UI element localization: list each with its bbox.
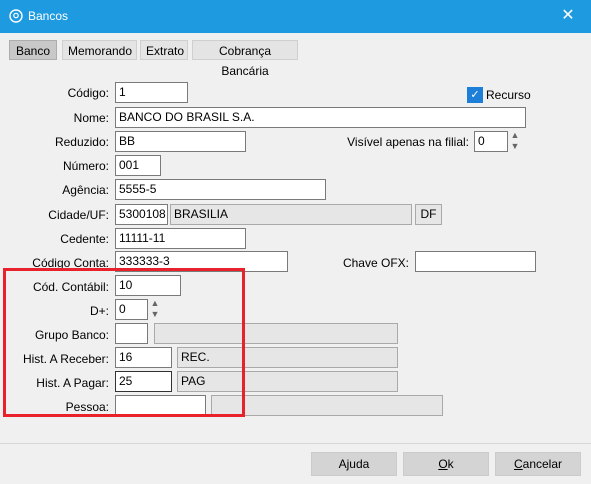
codigo-label: Código: <box>67 86 109 100</box>
hist-receber-codigo-field[interactable]: 16 <box>115 347 172 368</box>
tab-bar: Banco Memorando Extrato Cobrança Bancári… <box>0 33 591 78</box>
banco-panel: Código: 1 ✓ Recurso Nome: BANCO DO BRASI… <box>0 63 591 443</box>
close-icon[interactable]: ✕ <box>556 5 580 27</box>
cidade-nome-field: BRASILIA <box>170 204 412 225</box>
pessoa-label: Pessoa: <box>65 400 109 414</box>
tab-banco[interactable]: Banco <box>9 40 57 60</box>
chave-ofx-label: Chave OFX: <box>342 256 409 270</box>
visivel-filial-label: Visível apenas na filial: <box>347 135 469 149</box>
ok-button[interactable]: Ok <box>403 452 489 476</box>
tab-extrato[interactable]: Extrato <box>140 40 188 60</box>
nome-label: Nome: <box>73 111 109 125</box>
spin-down-icon[interactable]: ▼ <box>510 141 520 152</box>
chave-ofx-field[interactable] <box>415 251 536 272</box>
d-plus-label: D+: <box>89 304 109 318</box>
cedente-label: Cedente: <box>60 232 109 246</box>
reduzido-label: Reduzido: <box>54 135 109 149</box>
spin-up-icon[interactable]: ▲ <box>510 130 520 141</box>
reduzido-field[interactable]: BB <box>115 131 246 152</box>
numero-label: Número: <box>62 159 109 173</box>
visivel-filial-field[interactable]: 0 <box>474 131 508 152</box>
window-title: Bancos <box>28 9 69 23</box>
hist-pagar-codigo-field[interactable]: 25 <box>115 371 172 392</box>
visivel-filial-spinner[interactable]: ▲ ▼ <box>510 130 520 152</box>
cidade-codigo-field[interactable]: 5300108 <box>115 204 168 225</box>
cedente-field[interactable]: 11111-11 <box>115 228 246 249</box>
codigo-conta-label: Código Conta: <box>32 256 109 270</box>
codigo-field[interactable]: 1 <box>115 82 188 103</box>
dialog-footer: Ajuda Ok Cancelar <box>0 443 591 484</box>
recurso-label: Recurso <box>486 88 531 102</box>
pessoa-descricao-field <box>211 395 443 416</box>
app-icon <box>9 9 23 23</box>
cancelar-button[interactable]: Cancelar <box>495 452 581 476</box>
grupo-banco-codigo-field[interactable] <box>115 323 148 344</box>
tab-cobranca-bancaria[interactable]: Cobrança Bancária <box>192 40 298 78</box>
hist-receber-label: Hist. A Receber: <box>22 352 109 366</box>
uf-field: DF <box>415 204 442 225</box>
d-plus-field[interactable]: 0 <box>115 299 148 320</box>
d-plus-spinner[interactable]: ▲ ▼ <box>150 298 160 320</box>
codigo-conta-field[interactable]: 333333-3 <box>115 251 288 272</box>
nome-field[interactable]: BANCO DO BRASIL S.A. <box>115 107 526 128</box>
grupo-banco-label: Grupo Banco: <box>34 328 109 342</box>
agencia-label: Agência: <box>62 183 109 197</box>
numero-field[interactable]: 001 <box>115 155 161 176</box>
cod-contabil-label: Cód. Contábil: <box>32 280 109 294</box>
hist-pagar-label: Hist. A Pagar: <box>36 376 109 390</box>
pessoa-codigo-field[interactable] <box>115 395 206 416</box>
cod-contabil-field[interactable]: 10 <box>115 275 181 296</box>
ajuda-button[interactable]: Ajuda <box>311 452 397 476</box>
title-bar: Bancos ✕ <box>0 0 591 33</box>
spin-down-icon[interactable]: ▼ <box>150 309 160 320</box>
tab-memorando[interactable]: Memorando <box>62 40 137 60</box>
hist-receber-descricao-field: REC. <box>177 347 398 368</box>
recurso-checkbox[interactable]: ✓ <box>467 87 483 103</box>
grupo-banco-descricao-field <box>154 323 398 344</box>
spin-up-icon[interactable]: ▲ <box>150 298 160 309</box>
agencia-field[interactable]: 5555-5 <box>115 179 326 200</box>
hist-pagar-descricao-field: PAG <box>177 371 398 392</box>
cidade-uf-label: Cidade/UF: <box>48 208 109 222</box>
